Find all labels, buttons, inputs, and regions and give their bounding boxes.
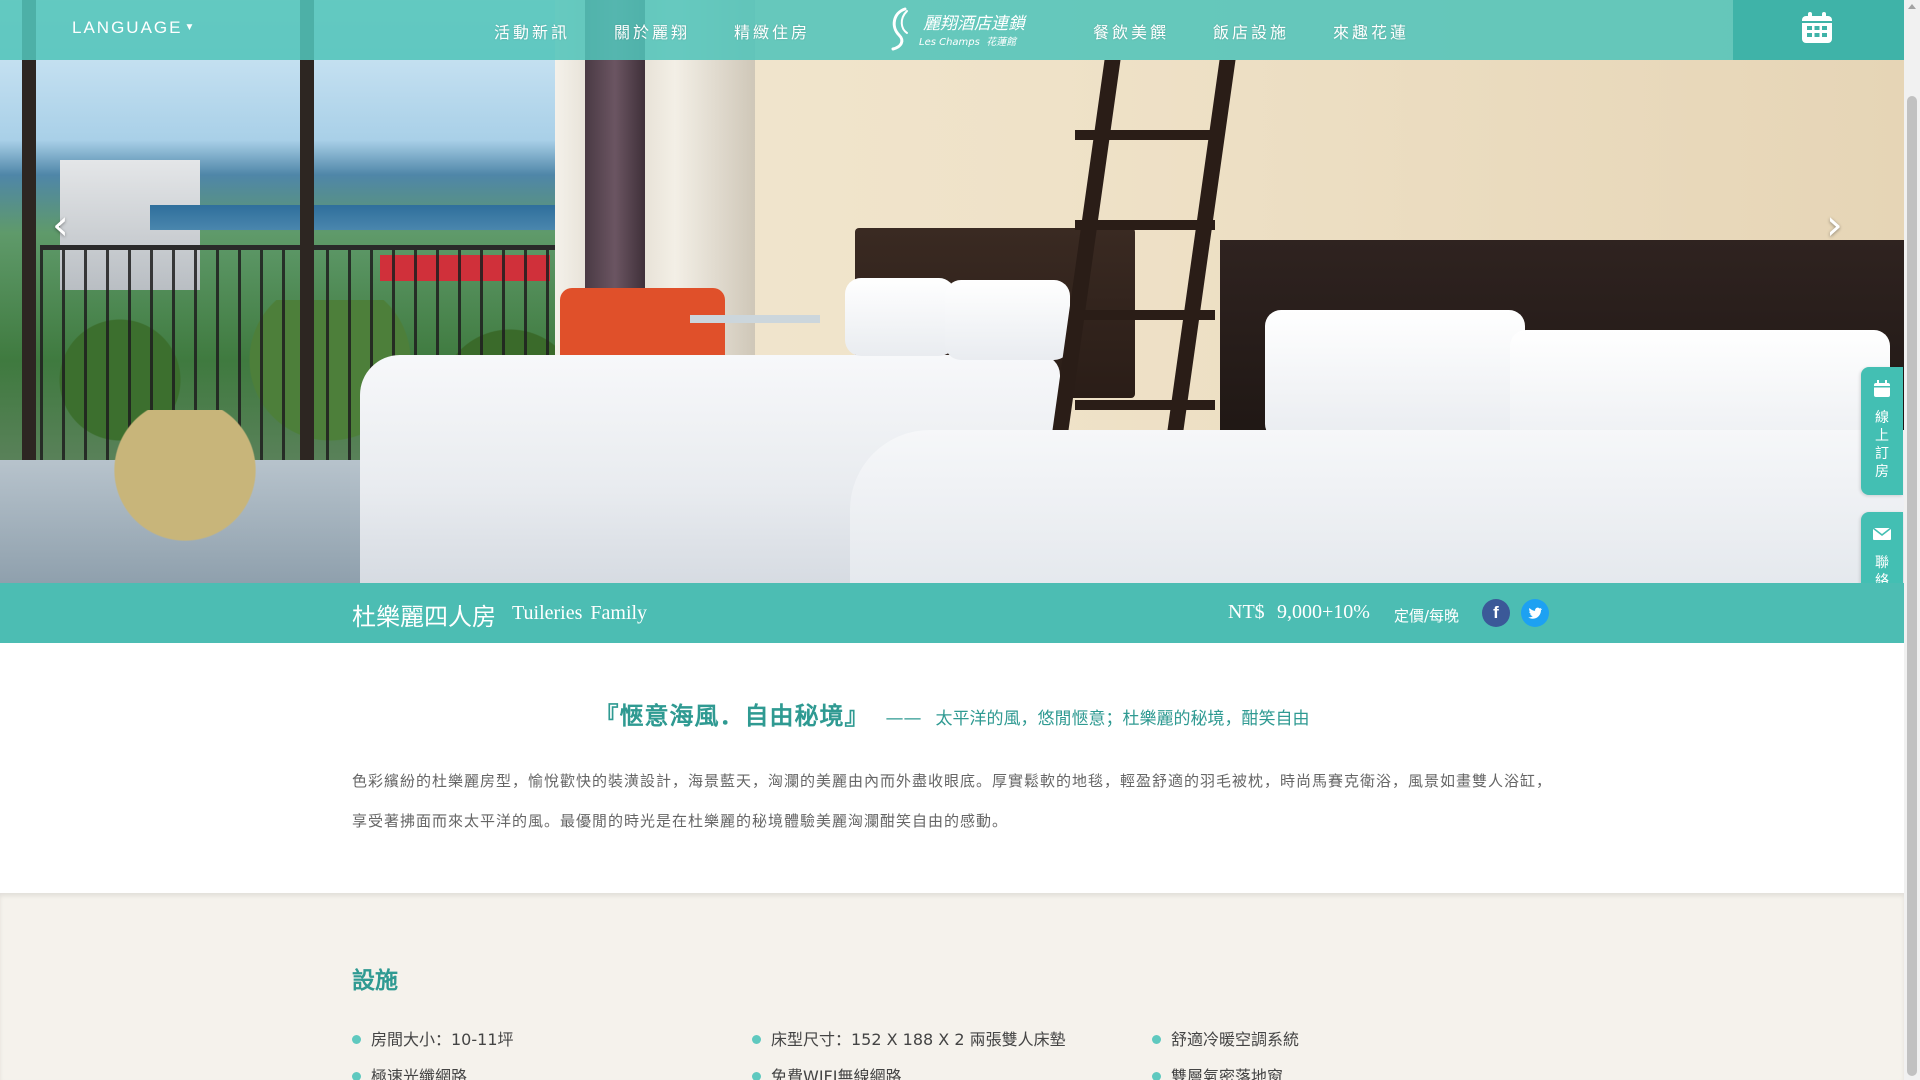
swan-logo-icon <box>891 7 908 51</box>
page: ‹ › LANGUAGE ▼ 活動新訊 關於麗翔 精緻住房 麗翔酒店連鎖 Les … <box>0 0 1920 1080</box>
twitter-icon[interactable] <box>1521 599 1549 627</box>
scroll-up-arrow-icon[interactable] <box>1908 4 1916 9</box>
logo-chinese-name: 麗翔酒店連鎖 <box>923 14 1025 34</box>
page-scrollbar[interactable] <box>1904 0 1920 1080</box>
hero-carousel: ‹ › <box>0 0 1904 583</box>
facility-item: 舒適冷暖空調系統 <box>1152 1026 1299 1050</box>
tagline-title: 『愜意海風．自由秘境』 <box>594 702 870 730</box>
nav-item-rooms[interactable]: 精緻住房 <box>734 19 810 43</box>
top-navigation: LANGUAGE ▼ 活動新訊 關於麗翔 精緻住房 麗翔酒店連鎖 Les Cham… <box>0 0 1904 60</box>
calendar-icon <box>1874 380 1890 397</box>
facility-item: 免費WIFI無線網路 <box>752 1063 901 1080</box>
facility-item: 床型尺寸：152 X 188 X 2 兩張雙人床墊 <box>752 1026 1066 1050</box>
language-label: LANGUAGE <box>72 18 183 37</box>
brand-logo[interactable]: 麗翔酒店連鎖 Les Champs 花蓮館 <box>885 3 1025 53</box>
tagline-subtitle: 太平洋的風，悠閒愜意；杜樂麗的秘境，酣笑自由 <box>935 709 1310 729</box>
logo-english-name: Les Champs 花蓮館 <box>919 37 1017 48</box>
room-description-section: 『愜意海風．自由秘境』 —— 太平洋的風，悠閒愜意；杜樂麗的秘境，酣笑自由 色彩繽紛… <box>0 643 1904 893</box>
scrollbar-thumb[interactable] <box>1907 96 1917 1076</box>
nav-item-hualien[interactable]: 來趣花蓮 <box>1333 19 1409 43</box>
facilities-section: 設施 房間大小：10-11坪 床型尺寸：152 X 188 X 2 兩張雙人床墊… <box>0 893 1904 1080</box>
room-name-chinese: 杜樂麗四人房 <box>352 603 496 631</box>
caret-down-icon: ▼ <box>184 22 197 33</box>
mail-icon <box>1872 527 1892 540</box>
facebook-icon[interactable]: f <box>1482 599 1510 627</box>
side-tab-online-booking[interactable]: 線上訂房 <box>1861 367 1903 495</box>
price-currency: NT$ <box>1228 601 1265 623</box>
booking-calendar-button[interactable] <box>1733 0 1904 60</box>
tagline-divider: —— <box>885 708 922 729</box>
room-name-english: Tuileries Family <box>512 602 648 624</box>
facility-item: 雙層氣密落地窗 <box>1152 1063 1283 1080</box>
facility-item: 房間大小：10-11坪 <box>352 1026 514 1050</box>
nav-item-facilities[interactable]: 飯店設施 <box>1213 19 1289 43</box>
language-dropdown[interactable]: LANGUAGE ▼ <box>72 18 196 38</box>
facilities-title: 設施 <box>352 968 398 994</box>
nav-item-news[interactable]: 活動新訊 <box>494 19 570 43</box>
carousel-prev-arrow[interactable]: ‹ <box>52 200 69 249</box>
room-info-bar: 杜樂麗四人房 Tuileries Family NT$ 9,000+10% 定價… <box>0 583 1904 643</box>
price-unit: 定價/每晚 <box>1394 607 1460 625</box>
nav-item-dining[interactable]: 餐飲美饌 <box>1093 19 1169 43</box>
room-description: 色彩繽紛的杜樂麗房型，愉悅歡快的裝潢設計，海景藍天，洶瀾的美麗由內而外盡收眼底。… <box>352 772 1553 830</box>
facility-item: 極速光纖網路 <box>352 1063 467 1080</box>
tagline: 『愜意海風．自由秘境』 —— 太平洋的風，悠閒愜意；杜樂麗的秘境，酣笑自由 <box>0 696 1904 731</box>
price-value: 9,000+10% <box>1277 601 1370 623</box>
calendar-icon <box>1802 12 1832 43</box>
carousel-next-arrow[interactable]: › <box>1826 200 1843 249</box>
nav-item-about[interactable]: 關於麗翔 <box>614 19 690 43</box>
side-tab-booking-label: 線上訂房 <box>1875 410 1889 480</box>
